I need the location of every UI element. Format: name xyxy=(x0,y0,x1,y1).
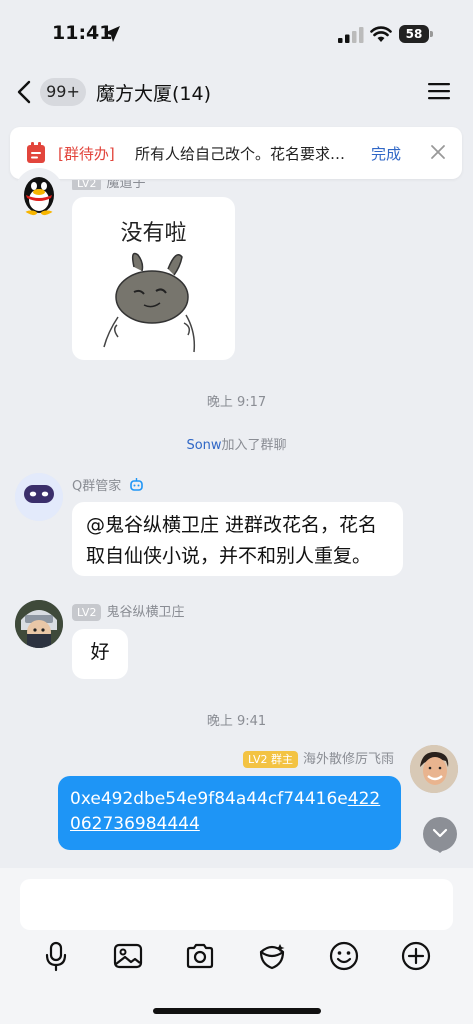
close-icon[interactable] xyxy=(430,144,446,160)
robot-icon xyxy=(130,478,144,491)
message-bubble[interactable]: @鬼谷纵横卫庄 进群改花名，花名 取自仙侠小说，并不和别人重复。 xyxy=(72,502,403,576)
message-text-part: 0xe492dbe54e9f84a44cf74416e xyxy=(70,789,348,809)
todo-clipboard-icon xyxy=(27,142,45,163)
bot-sender-line: Q群管家 xyxy=(72,475,144,494)
cellular-signal-icon xyxy=(338,27,364,43)
message-text-line: 取自仙侠小说，并不和别人重复。 xyxy=(86,545,372,567)
menu-icon[interactable] xyxy=(427,80,451,102)
rabbit-sticker-icon xyxy=(103,252,196,353)
owner-level-badge: LV2 群主 xyxy=(243,751,298,768)
microphone-icon[interactable] xyxy=(40,940,72,972)
message-link-part[interactable]: 4 xyxy=(348,789,359,809)
camera-icon[interactable] xyxy=(184,940,216,972)
message-text: 好 xyxy=(90,641,110,663)
avatar[interactable] xyxy=(15,168,63,216)
todo-complete-button[interactable]: 完成 xyxy=(371,143,401,164)
chat-title[interactable]: 魔方大厦(14) xyxy=(96,79,211,106)
group-todo-banner[interactable]: [群待办] 所有人给自己改个。花名要求… 完成 xyxy=(10,127,462,179)
todo-text: 所有人给自己改个。花名要求… xyxy=(135,145,346,163)
sender-name: Q群管家 xyxy=(72,479,122,494)
message-text-line: @鬼谷纵横卫庄 进群改花名，花名 xyxy=(86,514,378,536)
bot-avatar-icon xyxy=(15,473,63,521)
sender-name: 海外散修厉飞雨 xyxy=(302,752,394,767)
message-input[interactable] xyxy=(20,879,453,930)
system-join-text: 加入了群聊 xyxy=(221,438,287,453)
avatar[interactable] xyxy=(410,745,458,793)
message-bubble[interactable]: 好 xyxy=(72,629,128,679)
battery-indicator: 58 xyxy=(399,25,433,43)
todo-tag: [群待办] xyxy=(58,145,115,163)
time-separator: 晚上 9:41 xyxy=(206,714,267,729)
image-icon[interactable] xyxy=(112,940,144,972)
plus-icon[interactable] xyxy=(400,940,432,972)
avatar[interactable] xyxy=(15,473,63,521)
user-photo-avatar-icon xyxy=(410,745,458,793)
wifi-icon xyxy=(370,26,392,42)
back-chevron-icon[interactable] xyxy=(14,79,36,105)
chevron-down-icon xyxy=(432,828,448,838)
level-badge: LV2 xyxy=(72,604,102,621)
scroll-button-tail xyxy=(433,847,447,853)
reply-sender-line: LV2 鬼谷纵横卫庄 xyxy=(72,601,185,621)
red-packet-icon[interactable] xyxy=(256,940,288,972)
system-join-message: Sonw加入了群聊 xyxy=(0,434,473,453)
ninja-avatar-icon xyxy=(15,600,63,648)
penguin-avatar-icon xyxy=(24,177,54,216)
own-sender-line: LV2 群主 海外散修厉飞雨 xyxy=(243,748,394,768)
sticker-message[interactable]: 没有啦 xyxy=(72,197,235,360)
chat-header: 99+ 魔方大厦(14) xyxy=(0,66,473,118)
avatar[interactable] xyxy=(15,600,63,648)
time-separator: 晚上 9:17 xyxy=(206,395,267,410)
status-bar: 11:41 58 xyxy=(0,0,473,66)
sender-name: 鬼谷纵横卫庄 xyxy=(106,605,185,620)
joined-user-link[interactable]: Sonw xyxy=(186,438,221,453)
scroll-to-bottom-button[interactable] xyxy=(423,817,457,851)
own-message-bubble[interactable]: 0xe492dbe54e9f84a44cf74416e4220627369844… xyxy=(58,776,401,850)
home-indicator[interactable] xyxy=(153,1008,321,1014)
unread-count-badge[interactable]: 99+ xyxy=(40,78,86,106)
location-arrow-icon xyxy=(104,26,120,42)
battery-level: 58 xyxy=(405,27,423,41)
emoji-icon[interactable] xyxy=(328,940,360,972)
